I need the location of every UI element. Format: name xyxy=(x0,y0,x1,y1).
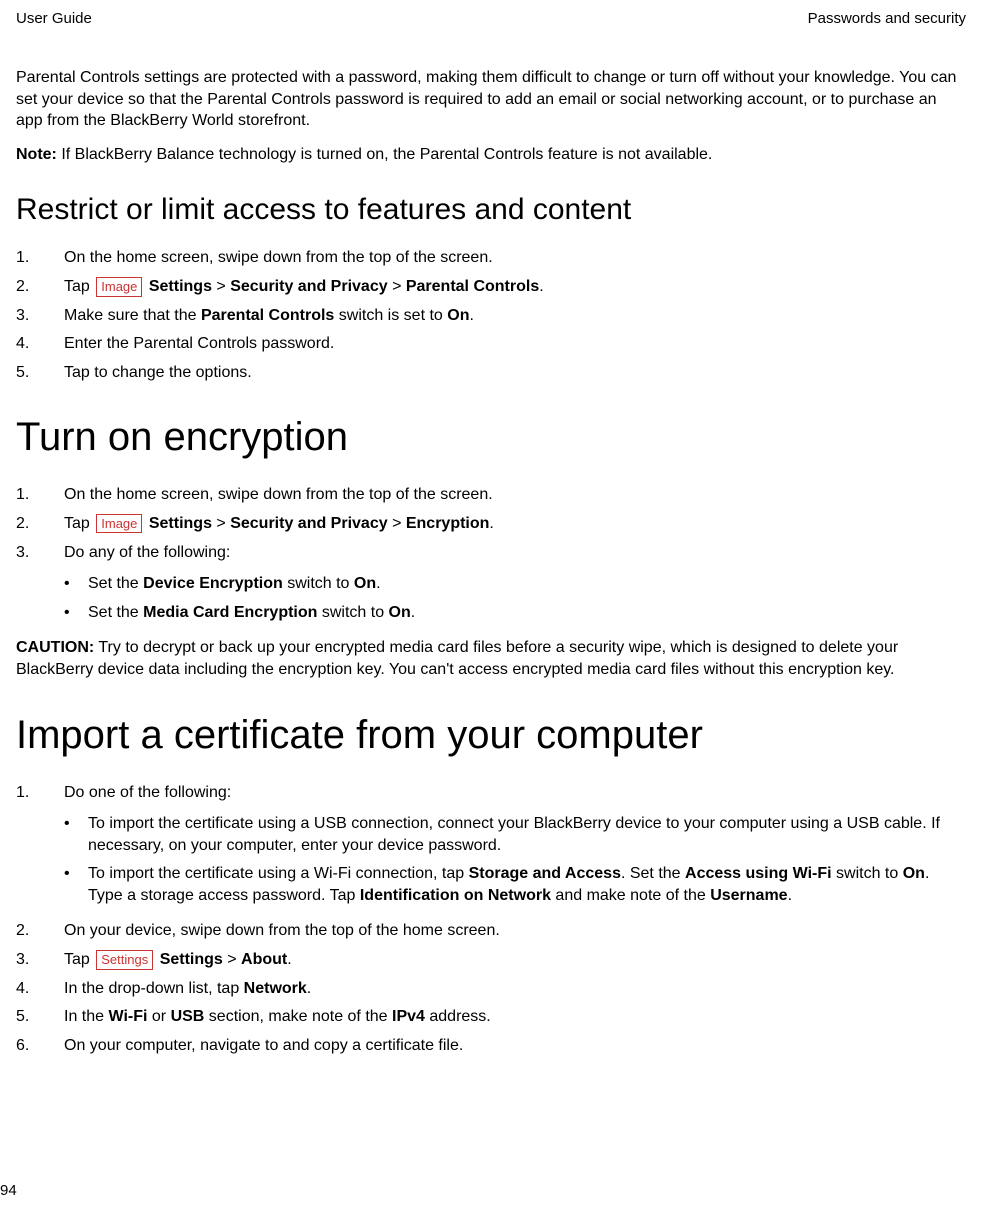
settings-icon: Image xyxy=(96,277,142,297)
section3-step4: In the drop-down list, tap Network. xyxy=(16,978,966,1000)
section3-step1: Do one of the following: To import the c… xyxy=(16,782,966,907)
caution-label: CAUTION: xyxy=(16,639,94,656)
header-right: Passwords and security xyxy=(808,10,966,27)
note-text: If BlackBerry Balance technology is turn… xyxy=(57,146,712,163)
section3-step6: On your computer, navigate to and copy a… xyxy=(16,1035,966,1057)
section2-steps: On the home screen, swipe down from the … xyxy=(16,484,966,563)
section3-bullet1: To import the certificate using a USB co… xyxy=(64,813,966,856)
section3-steps: Do one of the following: To import the c… xyxy=(16,782,966,1057)
page-number: 94 xyxy=(0,1182,17,1199)
section2-bullet2: Set the Media Card Encryption switch to … xyxy=(16,602,966,624)
section2-bullet1: Set the Device Encryption switch to On. xyxy=(16,573,966,595)
section1-steps: On the home screen, swipe down from the … xyxy=(16,247,966,383)
page-header: User Guide Passwords and security xyxy=(16,10,966,27)
note-label: Note: xyxy=(16,146,57,163)
section2-step1: On the home screen, swipe down from the … xyxy=(16,484,966,506)
section3-step2: On your device, swipe down from the top … xyxy=(16,920,966,942)
caution-text: Try to decrypt or back up your encrypted… xyxy=(16,639,898,678)
settings-icon: Image xyxy=(96,514,142,534)
section1-title: Restrict or limit access to features and… xyxy=(16,193,966,227)
section3-step1-bullets: To import the certificate using a USB co… xyxy=(64,813,966,906)
section1-step1: On the home screen, swipe down from the … xyxy=(16,247,966,269)
section2-step3: Do any of the following: xyxy=(16,542,966,564)
section3-bullet2: To import the certificate using a Wi-Fi … xyxy=(64,863,966,906)
section2-bullets: Set the Device Encryption switch to On. … xyxy=(16,573,966,623)
caution-paragraph: CAUTION: Try to decrypt or back up your … xyxy=(16,637,966,680)
section1-step5: Tap to change the options. xyxy=(16,362,966,384)
section2-title: Turn on encryption xyxy=(16,415,966,460)
section3-step3: Tap Settings Settings > About. xyxy=(16,949,966,971)
header-left: User Guide xyxy=(16,10,92,27)
settings-icon: Settings xyxy=(96,950,153,970)
section3-title: Import a certificate from your computer xyxy=(16,713,966,758)
section1-step4: Enter the Parental Controls password. xyxy=(16,333,966,355)
intro-paragraph: Parental Controls settings are protected… xyxy=(16,67,966,132)
section2-step2: Tap Image Settings > Security and Privac… xyxy=(16,513,966,535)
note-line: Note: If BlackBerry Balance technology i… xyxy=(16,144,966,166)
section3-step5: In the Wi-Fi or USB section, make note o… xyxy=(16,1006,966,1028)
section1-step3: Make sure that the Parental Controls swi… xyxy=(16,305,966,327)
section1-step2: Tap Image Settings > Security and Privac… xyxy=(16,276,966,298)
